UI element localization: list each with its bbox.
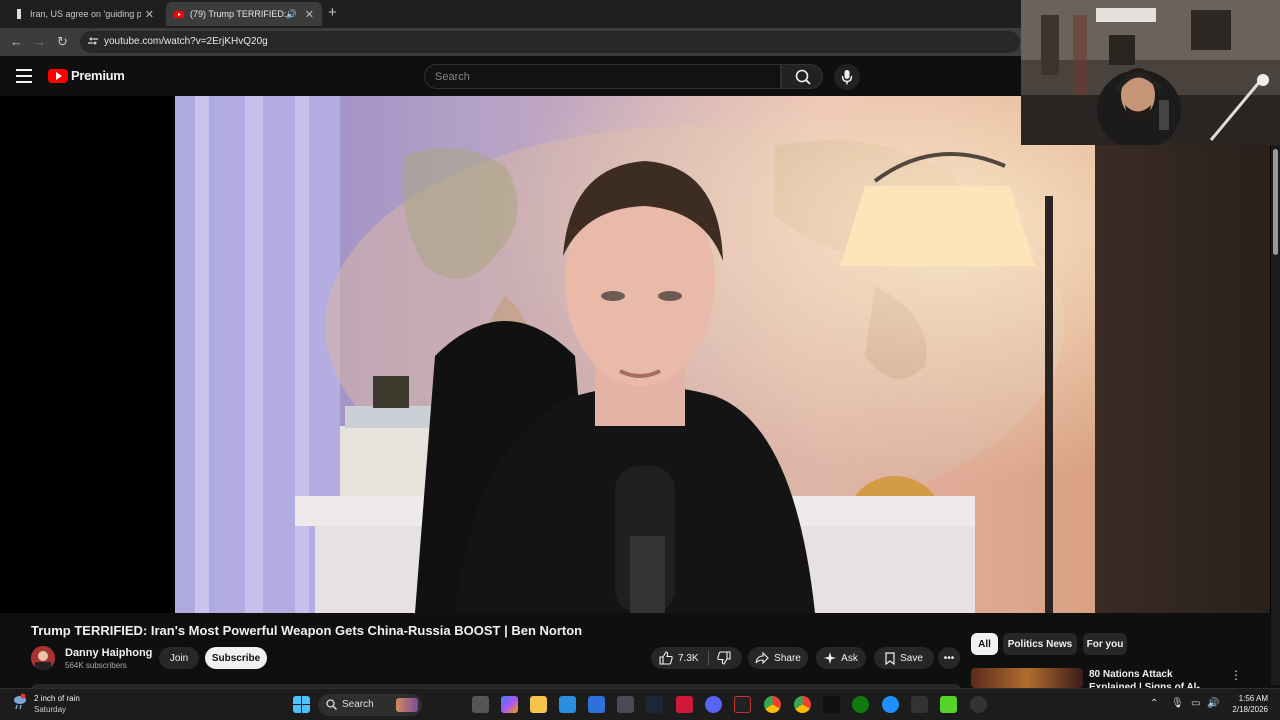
more-vertical-icon[interactable]: ⋮: [1230, 668, 1242, 682]
volume-icon[interactable]: 🔊: [1207, 698, 1219, 709]
avatar-image: [31, 646, 55, 670]
voice-search-button[interactable]: [834, 64, 860, 90]
thumbs-up-icon: [659, 651, 673, 665]
taskbar-search-label: Search: [342, 699, 374, 710]
chip-for-you[interactable]: For you: [1083, 633, 1127, 655]
save-label: Save: [900, 652, 923, 664]
close-tab-icon[interactable]: ✕: [305, 8, 314, 21]
game-app-icon[interactable]: [734, 696, 751, 713]
webcam-image: [1021, 0, 1280, 145]
weather-text: 2 inch of rain: [34, 694, 80, 703]
windows-taskbar: 2 inch of rain Saturday Search ⌃ 🎙 ▭ 🔊 1…: [0, 688, 1280, 720]
xbox-icon[interactable]: [852, 696, 869, 713]
hamburger-menu-icon[interactable]: [16, 69, 32, 83]
youtube-logo[interactable]: Premium: [48, 68, 125, 83]
recommendation-thumbnail[interactable]: [971, 668, 1083, 688]
share-label: Share: [774, 652, 801, 664]
mail-icon[interactable]: [882, 696, 899, 713]
speaker-icon[interactable]: 🔊: [286, 9, 297, 20]
channel-avatar[interactable]: [31, 646, 55, 670]
weather-day: Saturday: [34, 705, 67, 714]
more-horizontal-icon: •••: [943, 652, 955, 664]
edge-icon[interactable]: [559, 696, 576, 713]
back-icon[interactable]: ←: [10, 34, 23, 49]
windows-start-icon[interactable]: [293, 696, 310, 713]
brand-label: Premium: [71, 68, 125, 83]
subscribe-button[interactable]: Subscribe: [205, 647, 267, 669]
network-icon[interactable]: ▭: [1191, 698, 1200, 709]
discord-icon[interactable]: [705, 696, 722, 713]
settings-icon[interactable]: [970, 696, 987, 713]
amd-icon[interactable]: [676, 696, 693, 713]
search-placeholder: Search: [435, 71, 470, 83]
ask-label: Ask: [841, 652, 858, 664]
like-button[interactable]: [659, 651, 673, 665]
video-frame-image: [175, 96, 1095, 613]
sparkle-icon: [824, 652, 837, 664]
app-icon[interactable]: [617, 696, 634, 713]
green-app-icon[interactable]: [940, 696, 957, 713]
youtube-favicon-icon: [174, 11, 184, 18]
chip-politics-news[interactable]: Politics News: [1003, 633, 1077, 655]
like-divider: [708, 651, 709, 665]
tab-iran-news[interactable]: Iran, US agree on 'guiding prin... ✕: [6, 2, 162, 26]
dislike-button[interactable]: [717, 651, 731, 668]
reload-icon[interactable]: ↻: [57, 34, 68, 50]
search-button[interactable]: [781, 64, 823, 89]
like-dislike-group: 7.3K: [651, 647, 742, 669]
taskbar-search[interactable]: Search: [318, 694, 422, 716]
address-bar[interactable]: youtube.com/watch?v=2ErjKHvQ20g: [80, 31, 1020, 53]
ask-button[interactable]: Ask: [816, 647, 866, 669]
copilot-icon[interactable]: [501, 696, 518, 713]
save-button[interactable]: Save: [874, 647, 934, 669]
bookmark-icon: [885, 651, 895, 665]
close-tab-icon[interactable]: ✕: [145, 8, 154, 21]
share-icon: [755, 652, 769, 664]
right-side-wall-backdrop: [1095, 145, 1270, 613]
like-count[interactable]: 7.3K: [678, 653, 699, 664]
tab-label: Iran, US agree on 'guiding prin...: [30, 9, 141, 19]
youtube-play-icon: [48, 68, 68, 83]
file-explorer-icon[interactable]: [530, 696, 547, 713]
chrome-profile-icon[interactable]: [794, 696, 811, 713]
video-player[interactable]: [175, 96, 1095, 613]
video-title: Trump TERRIFIED: Iran's Most Powerful We…: [31, 623, 583, 638]
steam-icon[interactable]: [646, 696, 663, 713]
clock-time: 1:56 AM: [1238, 694, 1268, 703]
chip-all[interactable]: All: [971, 633, 998, 655]
more-actions-button[interactable]: •••: [938, 647, 960, 669]
tab-label: (79) Trump TERRIFIED: Iran...: [190, 9, 286, 19]
search-input[interactable]: Search: [424, 64, 781, 89]
news-favicon-icon: [17, 9, 21, 19]
webcam-overlay: [1021, 0, 1280, 145]
search-icon: [326, 699, 337, 710]
join-button[interactable]: Join: [159, 647, 199, 669]
microphone-tray-icon[interactable]: 🎙: [1171, 698, 1184, 709]
terminal-icon[interactable]: [911, 696, 928, 713]
new-tab-icon[interactable]: +: [328, 4, 337, 21]
page-scrollbar[interactable]: [1271, 145, 1280, 685]
subscriber-count: 564K subscribers: [65, 661, 127, 670]
share-button[interactable]: Share: [748, 647, 808, 669]
system-clock[interactable]: 1:56 AM 2/18/2026: [1232, 693, 1268, 715]
search-icon: [795, 69, 811, 85]
thumbs-down-icon: [717, 651, 731, 665]
clock-date: 2/18/2026: [1232, 705, 1268, 714]
task-view-icon[interactable]: [472, 696, 489, 713]
tab-youtube-video[interactable]: (79) Trump TERRIFIED: Iran... 🔊 ✕: [166, 2, 322, 26]
store-icon[interactable]: [588, 696, 605, 713]
forward-icon[interactable]: →: [33, 34, 46, 49]
weather-widget[interactable]: 2 inch of rain Saturday: [12, 693, 80, 716]
tradingview-icon[interactable]: [823, 696, 840, 713]
url-text: youtube.com/watch?v=2ErjKHvQ20g: [104, 36, 268, 47]
site-info-icon[interactable]: [88, 36, 98, 46]
rain-cloud-icon: [14, 693, 26, 710]
chrome-icon[interactable]: [764, 696, 781, 713]
search-highlight-icon: [396, 698, 418, 712]
channel-name[interactable]: Danny Haiphong: [65, 647, 152, 659]
chevron-up-icon[interactable]: ⌃: [1150, 698, 1158, 709]
scrollbar-thumb[interactable]: [1273, 149, 1278, 255]
recommendation-title[interactable]: 80 Nations Attack Explained | Signs of A…: [1089, 668, 1219, 688]
microphone-icon: [841, 70, 853, 85]
